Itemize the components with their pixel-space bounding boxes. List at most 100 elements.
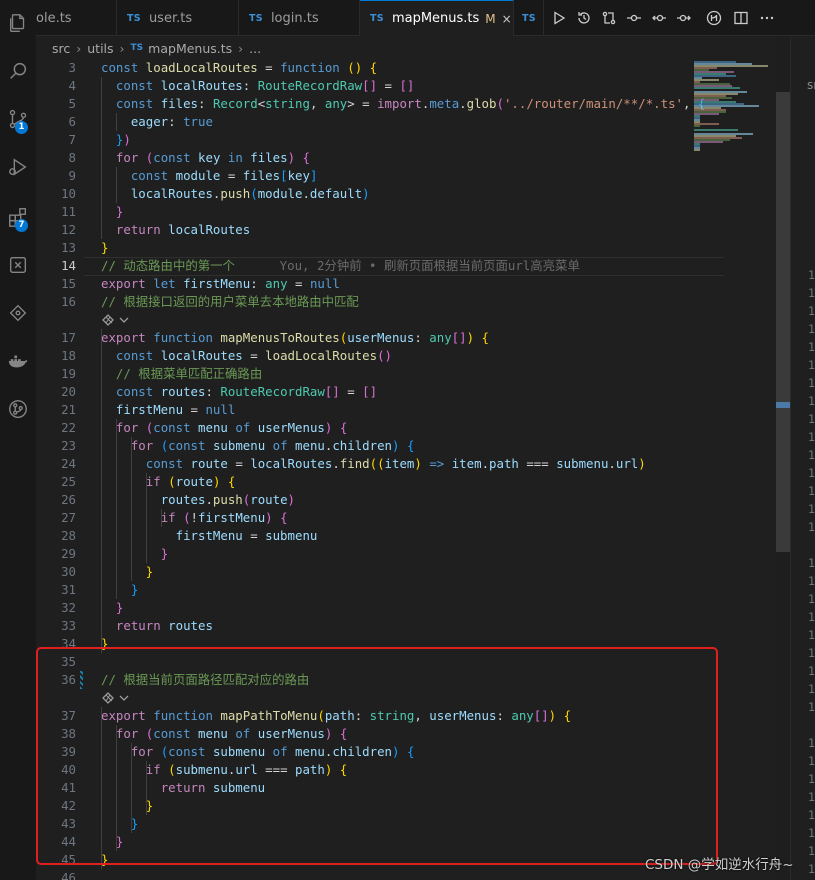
breadcrumb-symbol[interactable]: ...: [249, 41, 261, 56]
breadcrumb-utils[interactable]: utils: [87, 41, 113, 56]
code-text: return submenu: [160, 780, 266, 795]
code-line[interactable]: 11 }: [36, 203, 776, 221]
code-text: // 动态路由中的第一个 You, 2分钟前 • 刷新页面根据当前页面url高亮…: [101, 258, 580, 273]
secondary-line-number: 1: [808, 448, 815, 462]
code-line[interactable]: 33 return routes: [36, 617, 776, 635]
code-line[interactable]: 42 }: [36, 797, 776, 815]
code-line[interactable]: 39 for (const submenu of menu.children) …: [36, 743, 776, 761]
history-icon[interactable]: [574, 8, 594, 28]
code-line[interactable]: 44 }: [36, 833, 776, 851]
gitlens-icon[interactable]: [0, 298, 36, 328]
code-line[interactable]: 40 if (submenu.url === path) {: [36, 761, 776, 779]
code-line[interactable]: 29 }: [36, 545, 776, 563]
code-line[interactable]: 36 // 根据当前页面路径匹配对应的路由: [36, 671, 776, 689]
search-icon[interactable]: [0, 56, 36, 86]
code-line[interactable]: 32 }: [36, 599, 776, 617]
code-line[interactable]: 17 export function mapMenusToRoutes(userM…: [36, 329, 776, 347]
code-line[interactable]: 43 }: [36, 815, 776, 833]
code-line[interactable]: 37 export function mapPathToMenu(path: st…: [36, 707, 776, 725]
previous-change-icon[interactable]: [624, 8, 644, 28]
go-forward-icon[interactable]: [674, 8, 694, 28]
secondary-line-number: 1: [808, 628, 815, 642]
minimap[interactable]: [688, 59, 776, 880]
code-line[interactable]: 31 }: [36, 581, 776, 599]
extensions-icon[interactable]: 7: [0, 202, 36, 232]
gitlens-inspect-icon[interactable]: [704, 8, 724, 28]
code-line[interactable]: 4 const localRoutes: RouteRecordRaw[] = …: [36, 77, 776, 95]
code-line[interactable]: 10 localRoutes.push(module.default): [36, 185, 776, 203]
codelens-icon[interactable]: [101, 689, 129, 707]
code-line[interactable]: 7 }): [36, 131, 776, 149]
line-number: 35: [61, 654, 76, 669]
code-line[interactable]: 23 for (const submenu of menu.children) …: [36, 437, 776, 455]
tab-login-ts[interactable]: TS login.ts: [239, 0, 360, 36]
tab-overflow-ts[interactable]: TS: [514, 0, 544, 36]
code-line[interactable]: 30 }: [36, 563, 776, 581]
code-line[interactable]: 3 const loadLocalRoutes = function () {: [36, 59, 776, 77]
code-line[interactable]: 22 for (const menu of userMenus) {: [36, 419, 776, 437]
code-text: if (submenu.url === path) {: [145, 762, 348, 777]
code-line[interactable]: 16 // 根据接口返回的用户菜单去本地路由中匹配: [36, 293, 776, 311]
run-icon[interactable]: [549, 8, 569, 28]
breadcrumb-src[interactable]: src: [52, 41, 70, 56]
compare-changes-icon[interactable]: [599, 8, 619, 28]
more-actions-icon[interactable]: [757, 8, 777, 28]
go-back-icon[interactable]: [649, 8, 669, 28]
tab-ole-ts[interactable]: ole.ts: [36, 0, 117, 36]
code-text: }: [115, 834, 124, 849]
line-number: 9: [68, 168, 76, 183]
code-line[interactable]: 28 firstMenu = submenu: [36, 527, 776, 545]
code-line[interactable]: 19 // 根据菜单匹配正确路由: [36, 365, 776, 383]
code-line[interactable]: 21 firstMenu = null: [36, 401, 776, 419]
vscode-window: { "tabs": [ {"name": "ole.ts", "icon": "…: [0, 0, 815, 880]
line-number: 5: [68, 96, 76, 111]
code-line[interactable]: 5 const files: Record<string, any> = imp…: [36, 95, 776, 113]
source-control-icon[interactable]: 1: [0, 104, 36, 134]
indent-guide: [115, 167, 117, 203]
tab-mapmenus-ts[interactable]: TS mapMenus.ts M ×: [360, 0, 514, 36]
run-debug-icon[interactable]: [0, 152, 36, 182]
source-control-badge: 1: [15, 121, 28, 134]
explorer-files-icon[interactable]: [0, 8, 36, 38]
code-line[interactable]: 41 return submenu: [36, 779, 776, 797]
line-number: 20: [61, 384, 76, 399]
code-text: }: [160, 546, 169, 561]
code-line[interactable]: 20 const routes: RouteRecordRaw[] = []: [36, 383, 776, 401]
code-line[interactable]: 18 const localRoutes = loadLocalRoutes(): [36, 347, 776, 365]
codelens-row[interactable]: [36, 689, 776, 707]
secondary-line-number: 1: [808, 646, 815, 660]
code-line[interactable]: 25 if (route) {: [36, 473, 776, 491]
codelens-row[interactable]: [36, 311, 776, 329]
vertical-scrollbar[interactable]: [776, 92, 790, 552]
remote-explorer-icon[interactable]: [0, 250, 36, 280]
code-line[interactable]: 15 export let firstMenu: any = null: [36, 275, 776, 293]
code-line[interactable]: 9 const module = files[key]: [36, 167, 776, 185]
code-line[interactable]: 27 if (!firstMenu) {: [36, 509, 776, 527]
line-number: 21: [61, 402, 76, 417]
line-number: 10: [61, 186, 76, 201]
codelens-icon[interactable]: [101, 311, 129, 329]
code-line[interactable]: 34}: [36, 635, 776, 653]
code-line[interactable]: 26 routes.push(route): [36, 491, 776, 509]
close-icon[interactable]: ×: [502, 12, 512, 26]
code-line[interactable]: 38 for (const menu of userMenus) {: [36, 725, 776, 743]
git-modified-gutter-mark[interactable]: [80, 671, 83, 689]
code-editor[interactable]: 3 const loadLocalRoutes = function () {4 …: [36, 59, 776, 880]
breadcrumb-file[interactable]: mapMenus.ts: [148, 41, 232, 56]
tab-user-ts[interactable]: TS user.ts: [117, 0, 239, 36]
code-line[interactable]: 35: [36, 653, 776, 671]
secondary-line-number: 1: [808, 610, 815, 624]
split-editor-icon[interactable]: [731, 8, 751, 28]
docker-icon[interactable]: [0, 346, 36, 376]
indent-guide: [115, 725, 117, 851]
ts-file-icon: TS: [370, 13, 384, 24]
code-line[interactable]: 8 for (const key in files) {: [36, 149, 776, 167]
git-graph-icon[interactable]: [0, 394, 36, 424]
code-line[interactable]: 13}: [36, 239, 776, 257]
indent-guide: [130, 743, 132, 833]
secondary-line-number: 1: [808, 502, 815, 516]
code-line[interactable]: 12 return localRoutes: [36, 221, 776, 239]
code-line[interactable]: 24 const route = localRoutes.find((item)…: [36, 455, 776, 473]
code-line[interactable]: 6 eager: true: [36, 113, 776, 131]
code-line[interactable]: 14 // 动态路由中的第一个 You, 2分钟前 • 刷新页面根据当前页面url…: [36, 257, 776, 276]
